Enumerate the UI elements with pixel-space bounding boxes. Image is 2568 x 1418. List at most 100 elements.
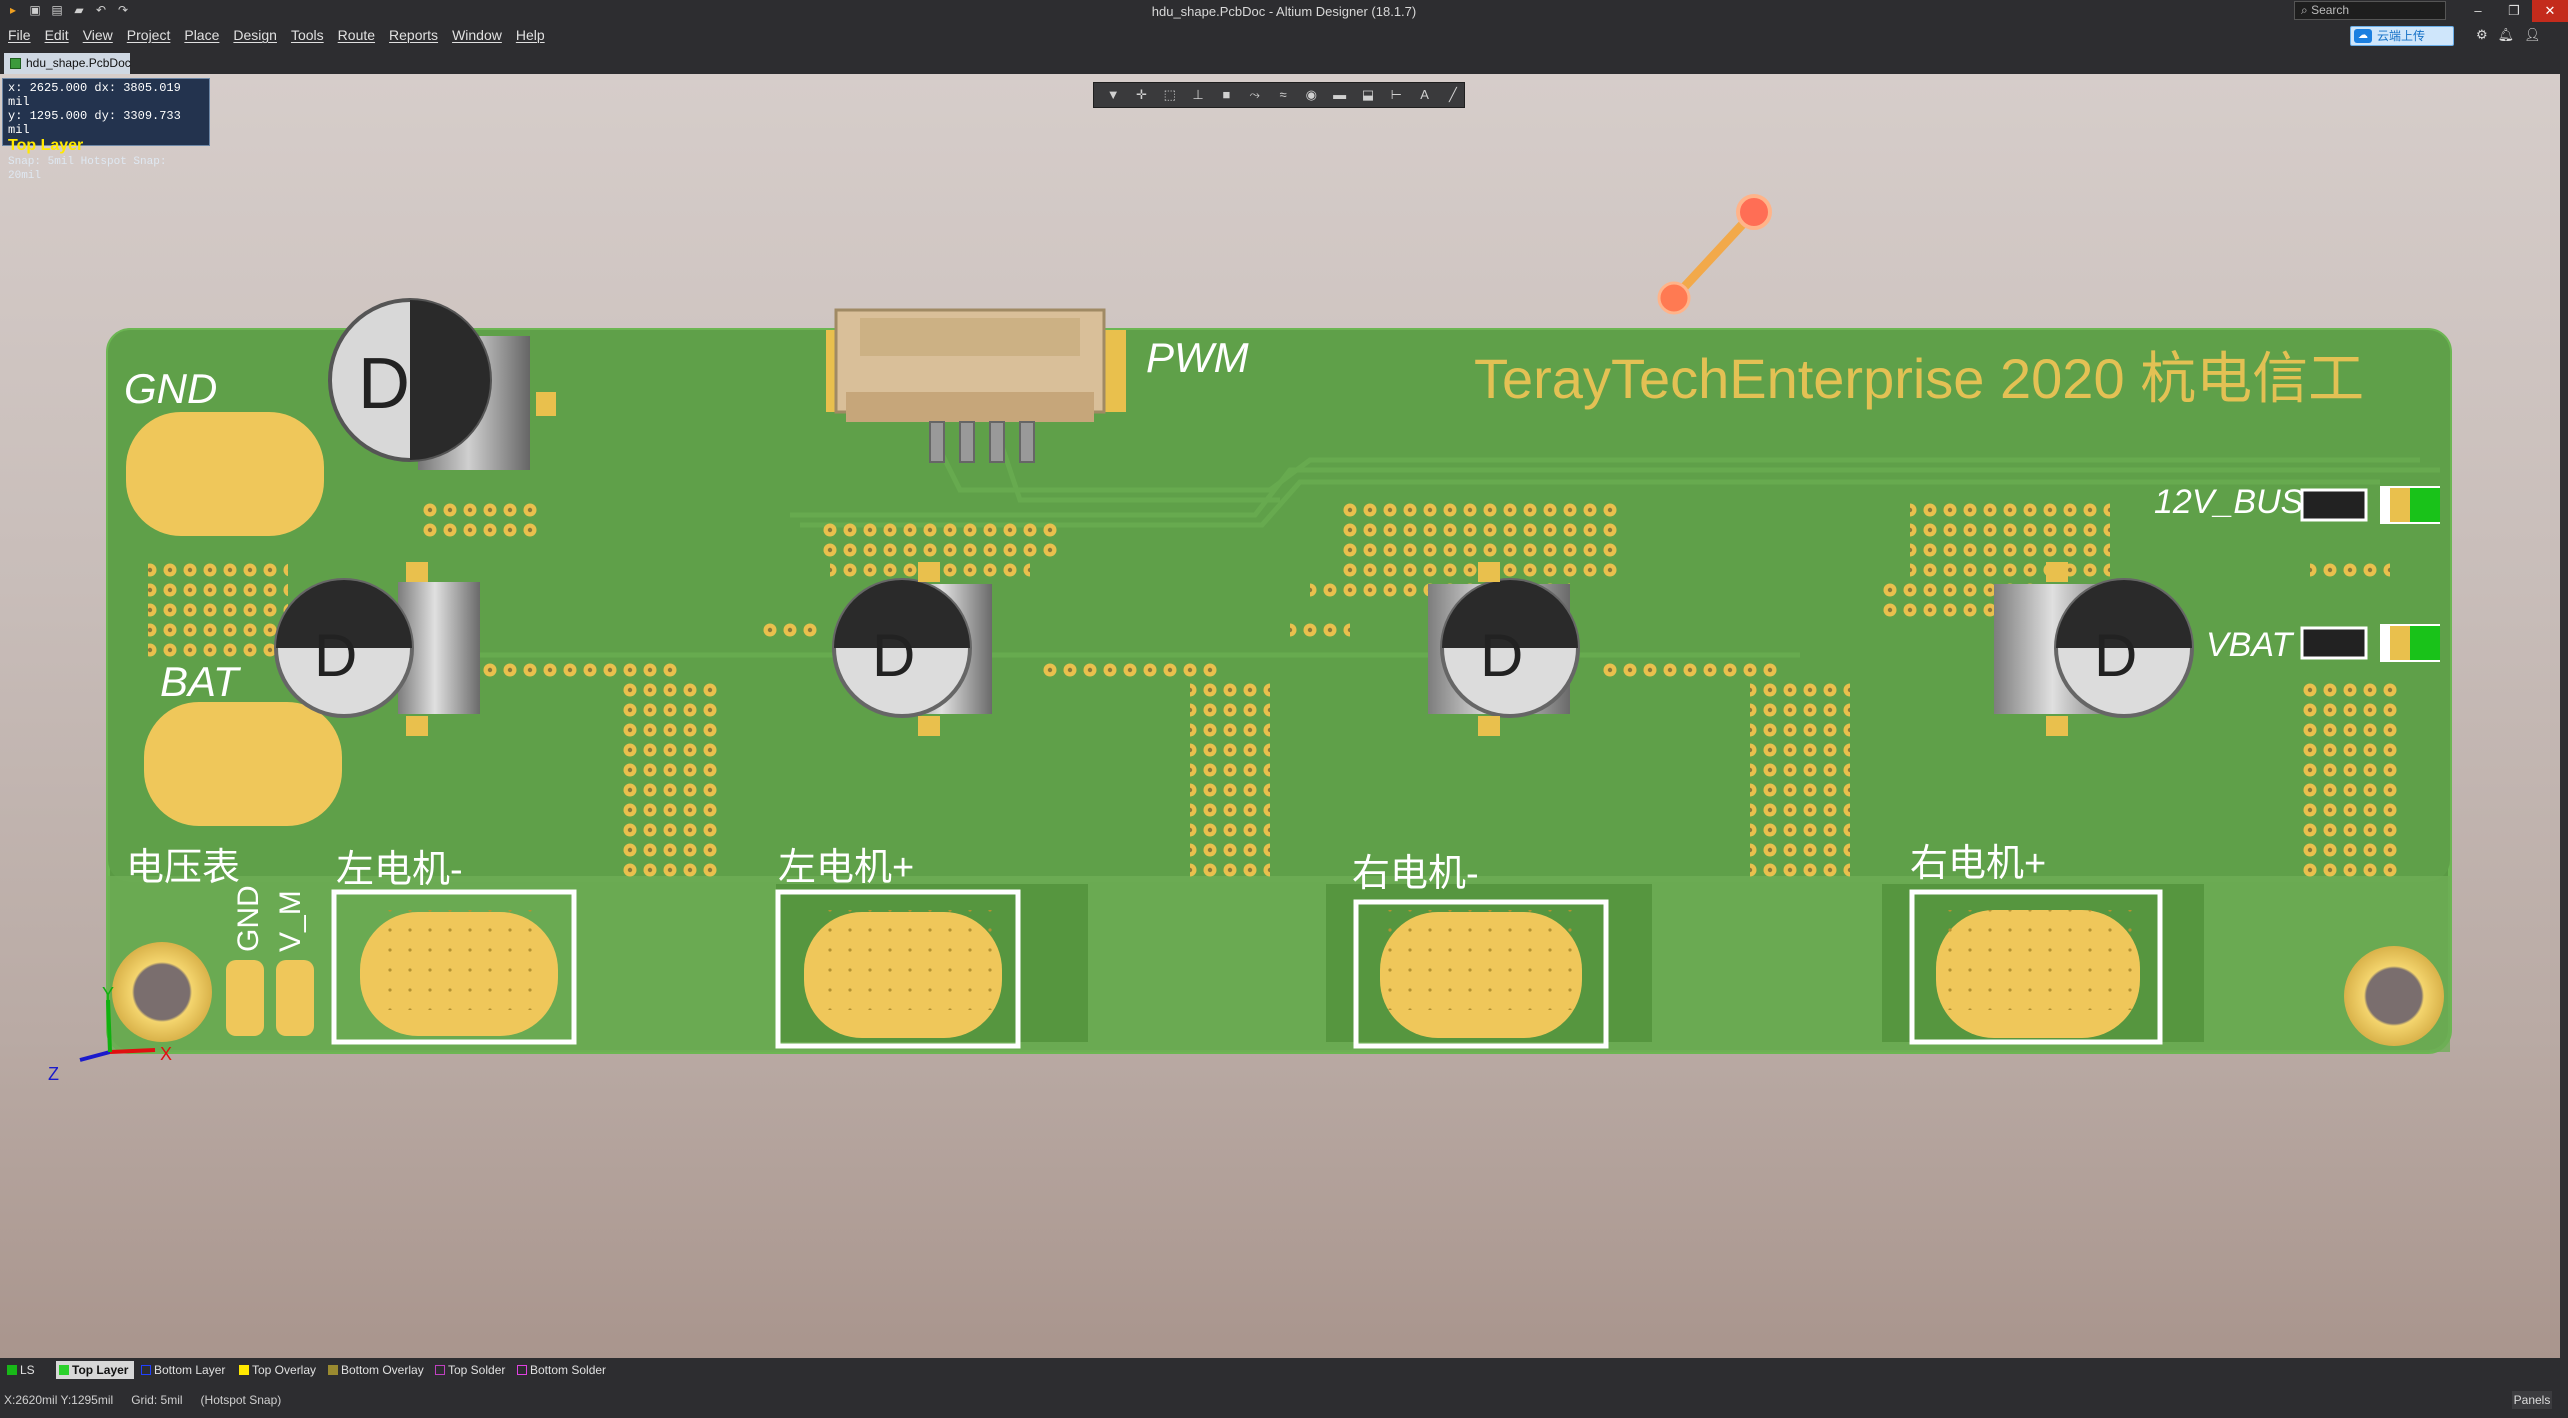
layer-tab-label: Bottom Layer xyxy=(154,1363,226,1377)
user-icon[interactable]: 👤︎ xyxy=(2524,27,2541,43)
status-bar: X:2620mil Y:1295mil Grid: 5mil (Hotspot … xyxy=(0,1382,2568,1418)
left-motor-plus-label: 左电机+ xyxy=(778,847,914,889)
component-icon[interactable]: ■ xyxy=(1215,86,1237,104)
layer-tab[interactable]: Bottom Overlay xyxy=(325,1361,430,1379)
right-mount-hole xyxy=(2344,946,2444,1046)
layer-tab[interactable]: Top Layer xyxy=(56,1361,135,1379)
align-icon[interactable]: ⊥ xyxy=(1187,86,1209,104)
search-placeholder: Search xyxy=(2311,3,2350,17)
route-icon[interactable]: ⤳ xyxy=(1244,86,1266,104)
vm-vertical-label: V_M xyxy=(274,890,307,952)
text-icon[interactable]: A xyxy=(1413,86,1435,104)
gnd-pad xyxy=(226,960,264,1036)
restore-button[interactable]: ❐ xyxy=(2496,0,2532,22)
dimension-icon[interactable]: ⊢ xyxy=(1385,86,1407,104)
window-title: hdu_shape.PcbDoc - Altium Designer (18.1… xyxy=(1151,4,1417,19)
title-bar: ▸ ▣ ▤ ▰ ↶ ↷ hdu_shape.PcbDoc - Altium De… xyxy=(0,0,2568,22)
gear-icon[interactable]: ⚙ xyxy=(2476,27,2488,43)
cap-polarity-mark: D xyxy=(358,344,410,424)
document-tab-bar: hdu_shape.PcbDoc xyxy=(0,48,2568,74)
hud-layer: Top Layer xyxy=(8,137,84,154)
layer-tab-label: Top Solder xyxy=(448,1363,506,1377)
menu-view[interactable]: View xyxy=(83,27,113,43)
menu-design[interactable]: Design xyxy=(233,27,277,43)
minimize-button[interactable]: – xyxy=(2460,0,2496,22)
menu-tools[interactable]: Tools xyxy=(291,27,324,43)
vbat-label: VBAT xyxy=(2206,626,2295,664)
menu-project[interactable]: Project xyxy=(127,27,171,43)
select-rect-icon[interactable]: ⬚ xyxy=(1159,86,1181,104)
add-icon[interactable]: ✛ xyxy=(1130,86,1152,104)
status-snap: (Hotspot Snap) xyxy=(200,1393,282,1407)
bell-icon[interactable]: 🔔︎ xyxy=(2498,27,2515,43)
filter-icon[interactable]: ▼ xyxy=(1102,86,1124,104)
bus-12v-indicator: 12V_BUS xyxy=(2154,483,2440,524)
heads-up-display: x: 2625.000 dx: 3805.019 mil y: 1295.000… xyxy=(2,78,210,182)
axis-x-label: X xyxy=(160,1044,172,1064)
search-icon: ⌕ xyxy=(2301,3,2312,17)
menu-help[interactable]: Help xyxy=(516,27,545,43)
electrolytic-capacitor-c4: D xyxy=(1428,562,1580,736)
3d-view-gizmo[interactable] xyxy=(1657,194,1772,315)
brand-silkscreen: TerayTechEnterprise 2020 杭电信工 xyxy=(1474,347,2364,410)
cap-polarity-mark: D xyxy=(1480,622,1523,689)
menu-reports[interactable]: Reports xyxy=(389,27,438,43)
altium-window: ▸ ▣ ▤ ▰ ↶ ↷ hdu_shape.PcbDoc - Altium De… xyxy=(0,0,2568,1418)
search-input[interactable]: ⌕ Search xyxy=(2294,1,2446,20)
cap-polarity-mark: D xyxy=(2094,622,2137,689)
electrolytic-capacitor-c1: D xyxy=(328,298,556,470)
cloud-upload-button[interactable]: ☁ 云端上传 xyxy=(2350,26,2454,46)
layer-tab-label: Bottom Solder xyxy=(530,1363,607,1377)
window-controls: – ❐ ✕ xyxy=(2460,0,2568,22)
left-motor-minus-label: 左电机- xyxy=(336,849,463,891)
polygon-icon[interactable]: ⬓ xyxy=(1357,86,1379,104)
close-button[interactable]: ✕ xyxy=(2532,0,2568,22)
layer-color-swatch xyxy=(7,1365,17,1375)
cap-polarity-mark: D xyxy=(872,622,915,689)
document-tab[interactable]: hdu_shape.PcbDoc xyxy=(4,53,131,74)
layer-tab[interactable]: LS xyxy=(4,1361,41,1379)
layer-color-swatch xyxy=(328,1365,338,1375)
fill-icon[interactable]: ▬ xyxy=(1329,86,1351,104)
voltmeter-mount-hole xyxy=(112,942,212,1042)
layer-color-swatch xyxy=(59,1365,69,1375)
menu-file[interactable]: File xyxy=(8,27,31,43)
header-icons: ⚙ 🔔︎ 👤︎ xyxy=(2476,27,2541,43)
diff-pair-icon[interactable]: ≈ xyxy=(1272,86,1294,104)
pcb-doc-icon xyxy=(10,58,21,69)
layer-tab[interactable]: Bottom Layer xyxy=(138,1361,231,1379)
layer-tab[interactable]: Bottom Solder xyxy=(514,1361,612,1379)
menu-route[interactable]: Route xyxy=(338,27,375,43)
axis-y-label: Y xyxy=(102,984,114,1004)
menu-window[interactable]: Window xyxy=(452,27,502,43)
gnd-label: GND xyxy=(124,365,217,412)
layer-tab-label: Bottom Overlay xyxy=(341,1363,424,1377)
cloud-icon: ☁ xyxy=(2354,29,2372,43)
layer-color-swatch xyxy=(239,1365,249,1375)
vm-pad xyxy=(276,960,314,1036)
panels-button[interactable]: Panels xyxy=(2512,1391,2552,1409)
axis-z-label: Z xyxy=(48,1064,59,1084)
status-grid: Grid: 5mil xyxy=(131,1393,183,1407)
cap-polarity-mark: D xyxy=(314,622,357,689)
hud-y-line: y: 1295.000 dy: 3309.733 mil xyxy=(8,109,181,137)
layer-tab[interactable]: Top Solder xyxy=(432,1361,511,1379)
vertical-scrollbar[interactable] xyxy=(2560,74,2568,1358)
layer-tabs-bar: LS Top Layer Bottom Layer Top Overlay Bottom… xyxy=(0,1358,2568,1382)
line-icon[interactable]: ╱ xyxy=(1442,86,1464,104)
via-icon[interactable]: ◉ xyxy=(1300,86,1322,104)
voltmeter-label: 电压表 xyxy=(126,847,240,889)
hud-snap: Snap: 5mil Hotspot Snap: 20mil xyxy=(8,156,167,182)
layer-tab-label: Top Overlay xyxy=(252,1363,317,1377)
main-menu: File Edit View Project Place Design Tool… xyxy=(8,27,545,43)
gnd-vertical-label: GND xyxy=(232,885,265,952)
layer-tab[interactable]: Top Overlay xyxy=(236,1361,322,1379)
pwm-label: PWM xyxy=(1146,334,1249,381)
menu-place[interactable]: Place xyxy=(184,27,219,43)
menu-edit[interactable]: Edit xyxy=(45,27,69,43)
layer-color-swatch xyxy=(435,1365,445,1375)
right-motor-minus-label: 右电机- xyxy=(1352,853,1479,895)
status-left: X:2620mil Y:1295mil Grid: 5mil (Hotspot … xyxy=(4,1393,281,1407)
layer-color-swatch xyxy=(517,1365,527,1375)
layer-tab-label: Top Layer xyxy=(72,1363,129,1377)
